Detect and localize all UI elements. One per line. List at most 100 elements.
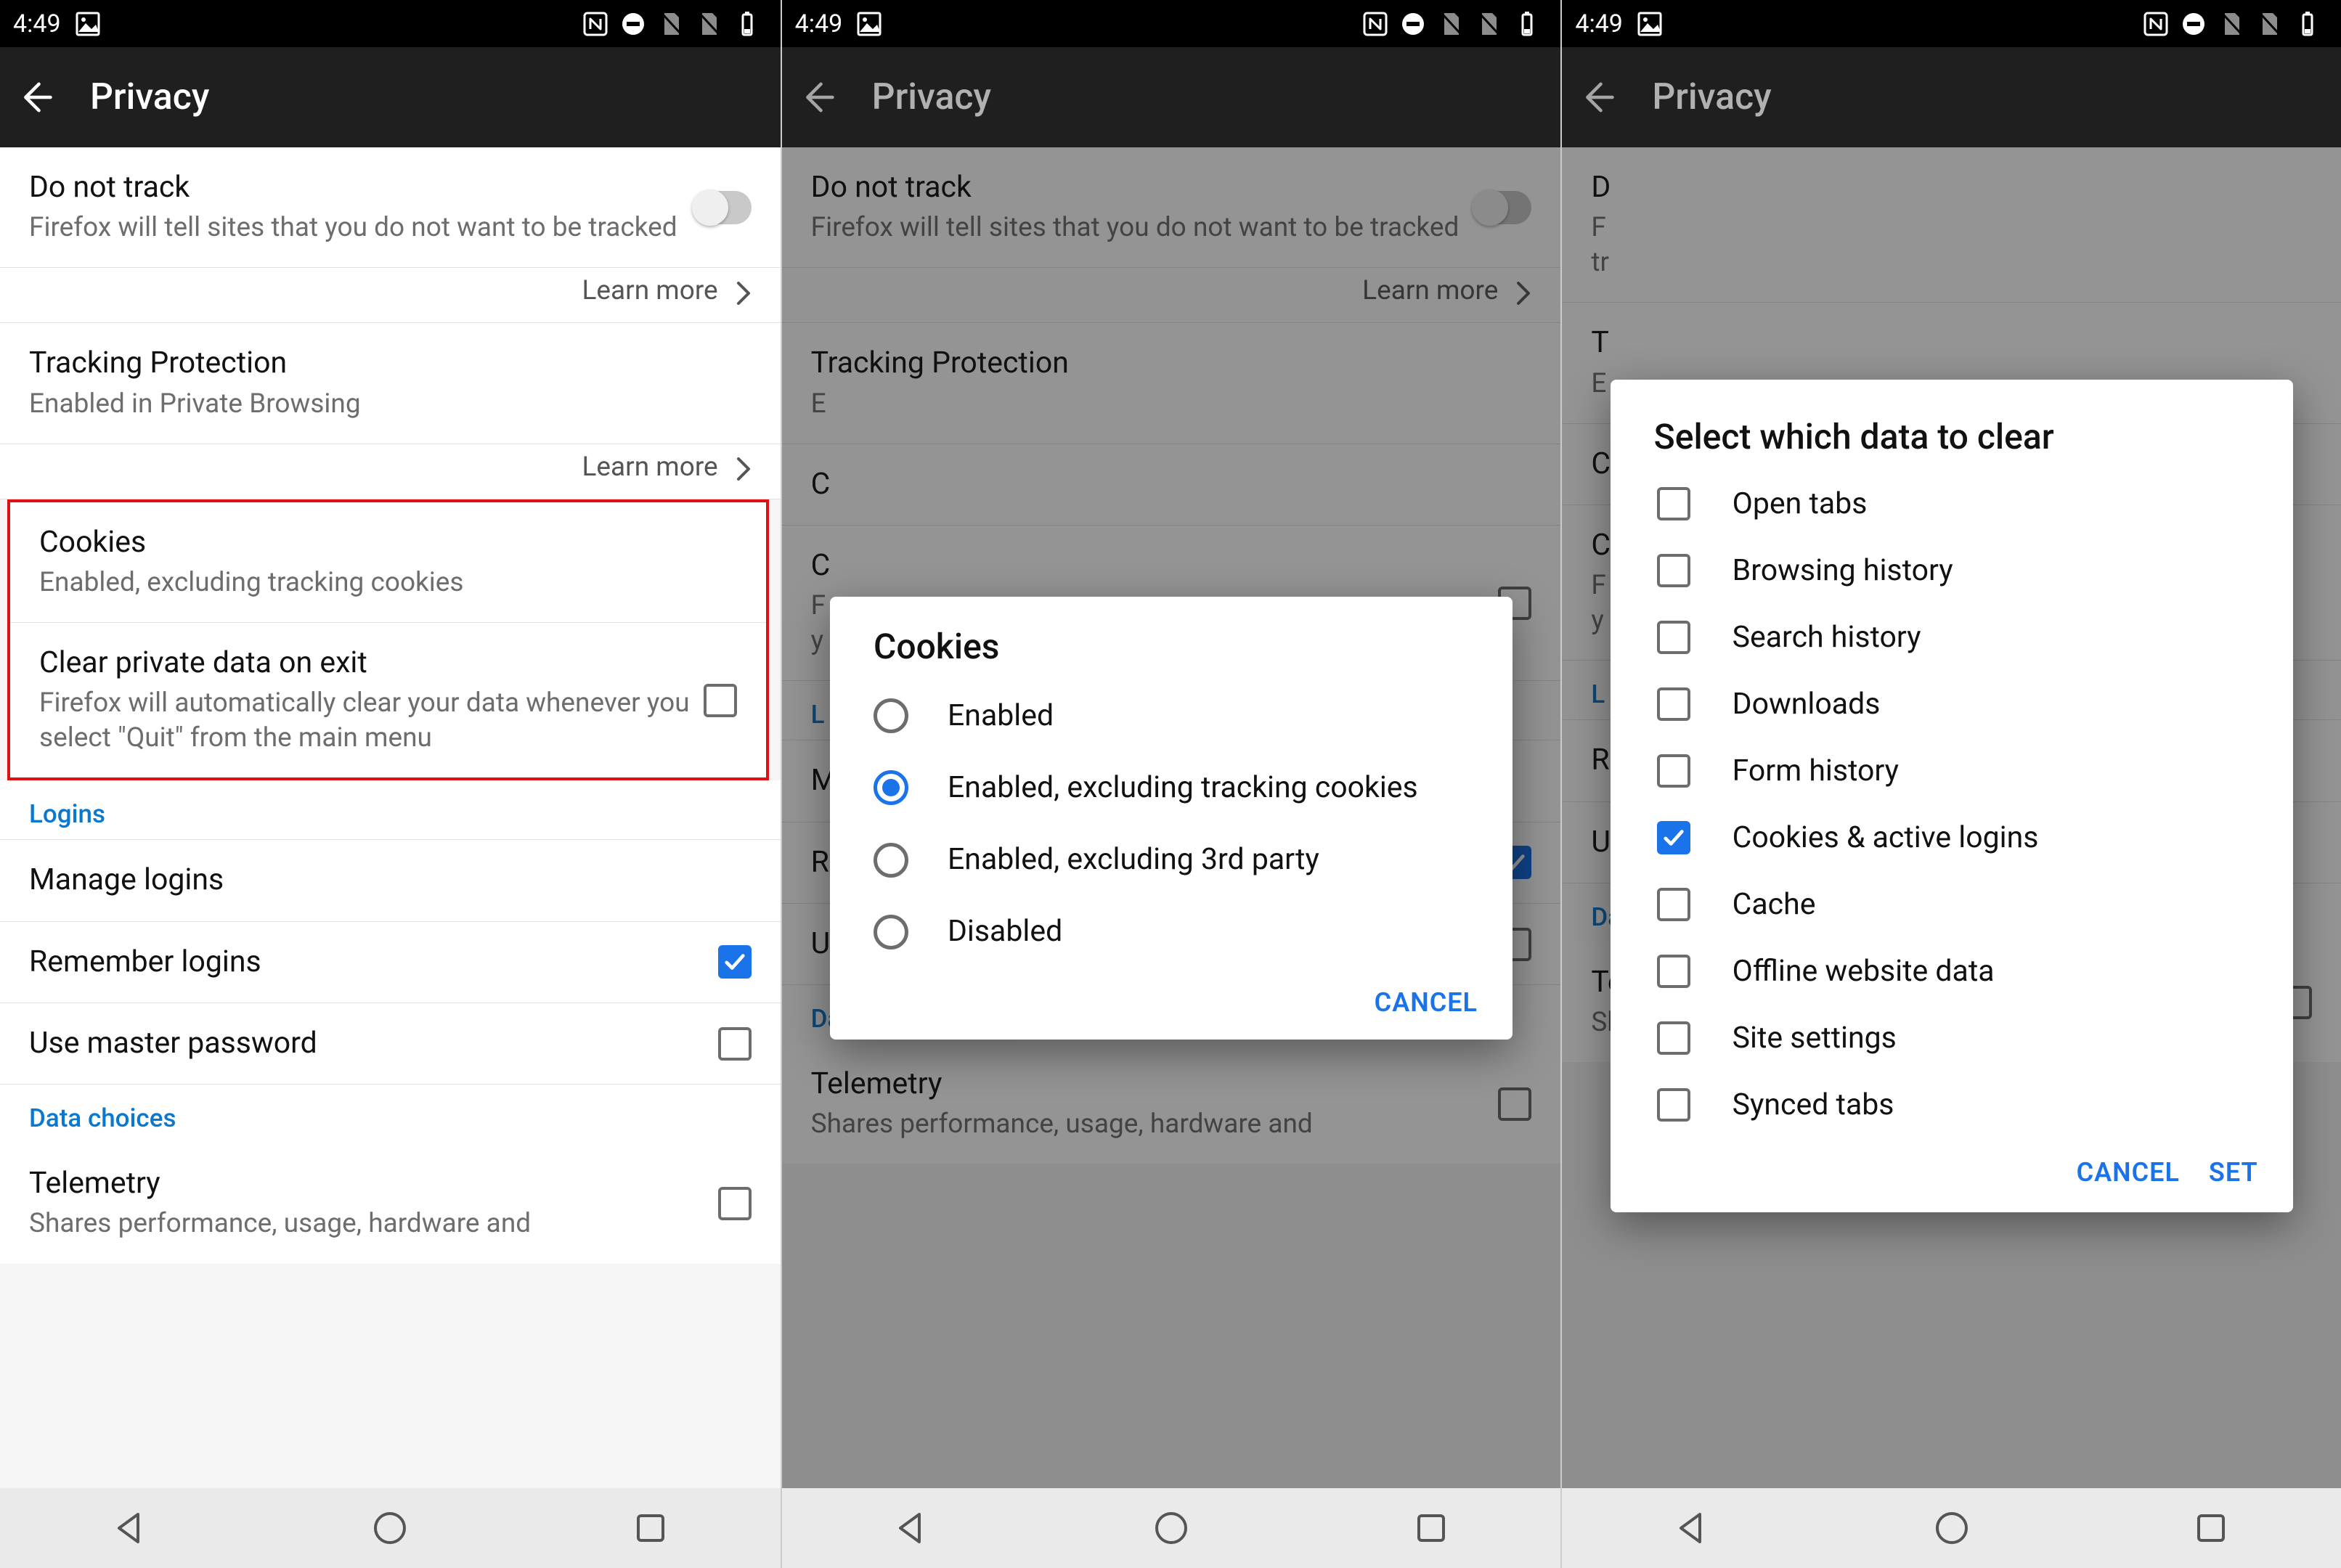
nfc-icon (2142, 10, 2170, 38)
nav-back-icon[interactable] (110, 1508, 150, 1548)
status-bar: 4:49 (0, 0, 781, 47)
telemetry-title: Telemetry (29, 1165, 718, 1202)
status-bar: 4:49 (782, 0, 1561, 47)
nav-home-icon[interactable] (1152, 1508, 1191, 1548)
status-bar: 4:49 (1562, 0, 2341, 47)
status-time: 4:49 (13, 9, 61, 38)
check-form-history[interactable]: Form history (1611, 738, 2293, 804)
settings-list[interactable]: Do not track Firefox will tell sites tha… (0, 147, 781, 1488)
radio-label: Enabled, excluding 3rd party (948, 841, 1319, 878)
status-time: 4:49 (795, 9, 843, 38)
picture-icon (855, 10, 883, 38)
dnt-toggle[interactable] (693, 191, 752, 224)
clear-on-exit-checkbox[interactable] (704, 684, 737, 717)
checkbox[interactable] (1657, 1021, 1690, 1055)
check-label: Search history (1733, 620, 1921, 655)
checkbox[interactable] (1657, 687, 1690, 721)
tp-learn-more[interactable]: Learn more (0, 444, 781, 499)
cookies-subtitle: Enabled, excluding tracking cookies (39, 565, 737, 600)
checkbox[interactable] (1657, 888, 1690, 921)
remember-logins-label: Remember logins (29, 944, 718, 981)
dnt-title: Do not track (29, 169, 693, 206)
cookies-dialog: Cookies Enabled Enabled, excluding track… (830, 597, 1513, 1040)
pref-cookies[interactable]: Cookies Enabled, excluding tracking cook… (10, 502, 766, 623)
remember-logins-checkbox[interactable] (718, 945, 752, 979)
navigation-bar (0, 1488, 781, 1568)
cancel-button[interactable]: CANCEL (1375, 987, 1478, 1018)
page-title: Privacy (90, 76, 209, 118)
check-label: Browsing history (1733, 553, 1953, 588)
radio-label: Enabled (948, 698, 1054, 735)
telemetry-subtitle: Shares performance, usage, hardware and (29, 1206, 718, 1241)
pref-tracking-protection[interactable]: Tracking Protection Enabled in Private B… (0, 323, 781, 444)
checkbox[interactable] (1657, 487, 1690, 520)
tp-subtitle: Enabled in Private Browsing (29, 387, 752, 422)
nav-recent-icon[interactable] (1412, 1508, 1451, 1548)
dnt-learn-more[interactable]: Learn more (0, 268, 781, 323)
pref-remember-logins[interactable]: Remember logins (0, 922, 781, 1003)
radio-icon (874, 698, 908, 733)
nav-recent-icon[interactable] (2191, 1508, 2231, 1548)
radio-enabled-excl-tracking[interactable]: Enabled, excluding tracking cookies (830, 752, 1513, 824)
learn-more-label: Learn more (582, 452, 717, 483)
nav-home-icon[interactable] (1932, 1508, 1971, 1548)
check-site-settings[interactable]: Site settings (1611, 1005, 2293, 1071)
back-arrow-icon[interactable] (1579, 79, 1616, 115)
section-logins: Logins (0, 780, 781, 840)
checkbox[interactable] (1657, 754, 1690, 788)
section-data-choices: Data choices (0, 1085, 781, 1143)
check-offline-data[interactable]: Offline website data (1611, 938, 2293, 1005)
checkbox[interactable] (1657, 1088, 1690, 1122)
back-arrow-icon[interactable] (17, 79, 54, 115)
checkbox[interactable] (1657, 621, 1690, 654)
chevron-right-icon (733, 456, 754, 478)
checkbox[interactable] (1657, 554, 1690, 587)
page-title: Privacy (872, 76, 991, 118)
radio-label: Enabled, excluding tracking cookies (948, 769, 1418, 807)
radio-icon (874, 770, 908, 805)
check-cookies-logins[interactable]: Cookies & active logins (1611, 804, 2293, 871)
page-title: Privacy (1652, 76, 1771, 118)
pref-telemetry[interactable]: Telemetry Shares performance, usage, har… (0, 1143, 781, 1263)
check-downloads[interactable]: Downloads (1611, 671, 2293, 738)
sim1-icon (2218, 10, 2245, 38)
check-synced-tabs[interactable]: Synced tabs (1611, 1071, 2293, 1138)
check-label: Offline website data (1733, 954, 1995, 989)
pref-manage-logins[interactable]: Manage logins (0, 840, 781, 921)
set-button[interactable]: SET (2209, 1157, 2258, 1188)
nav-recent-icon[interactable] (631, 1508, 670, 1548)
check-open-tabs[interactable]: Open tabs (1611, 470, 2293, 537)
dialog-scrim[interactable]: Cookies Enabled Enabled, excluding track… (782, 147, 1561, 1488)
pref-master-password[interactable]: Use master password (0, 1003, 781, 1085)
pref-clear-on-exit[interactable]: Clear private data on exit Firefox will … (10, 623, 766, 777)
radio-enabled[interactable]: Enabled (830, 680, 1513, 752)
battery-icon (1513, 10, 1540, 38)
radio-enabled-excl-3rd[interactable]: Enabled, excluding 3rd party (830, 824, 1513, 896)
telemetry-checkbox[interactable] (718, 1187, 752, 1220)
check-label: Site settings (1733, 1021, 1897, 1055)
nav-home-icon[interactable] (370, 1508, 410, 1548)
dnd-icon (2180, 10, 2207, 38)
nav-back-icon[interactable] (892, 1508, 931, 1548)
check-label: Downloads (1733, 687, 1881, 722)
checkbox[interactable] (1657, 955, 1690, 988)
highlighted-cookies-block: Cookies Enabled, excluding tracking cook… (7, 499, 769, 781)
cancel-button[interactable]: CANCEL (2077, 1157, 2180, 1188)
checkbox[interactable] (1657, 821, 1690, 854)
check-search-history[interactable]: Search history (1611, 604, 2293, 671)
sim1-icon (1437, 10, 1465, 38)
master-password-checkbox[interactable] (718, 1027, 752, 1061)
clear-title: Clear private data on exit (39, 645, 704, 682)
sim2-icon (695, 10, 722, 38)
dialog-scrim[interactable]: Select which data to clear Open tabs Bro… (1562, 147, 2341, 1488)
battery-icon (733, 10, 760, 38)
pref-do-not-track[interactable]: Do not track Firefox will tell sites tha… (0, 147, 781, 268)
cookies-title: Cookies (39, 524, 737, 561)
battery-icon (2293, 10, 2321, 38)
radio-disabled[interactable]: Disabled (830, 896, 1513, 968)
back-arrow-icon[interactable] (799, 79, 836, 115)
nav-back-icon[interactable] (1672, 1508, 1711, 1548)
check-browsing-history[interactable]: Browsing history (1611, 537, 2293, 604)
check-cache[interactable]: Cache (1611, 871, 2293, 938)
status-time: 4:49 (1575, 9, 1623, 38)
